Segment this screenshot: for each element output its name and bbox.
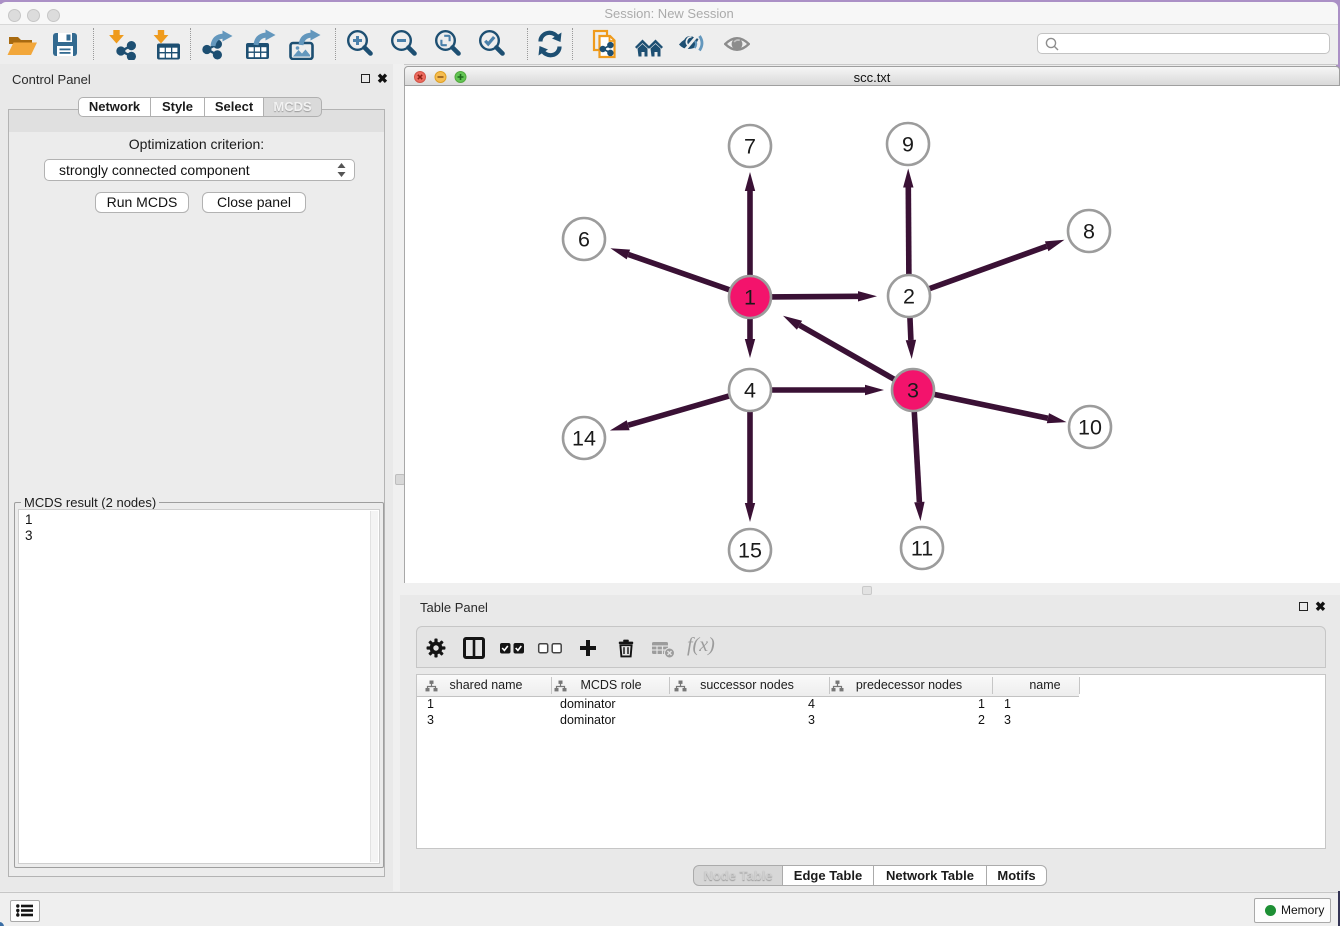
- svg-text:14: 14: [572, 427, 596, 451]
- svg-text:3: 3: [907, 379, 919, 403]
- svg-text:1: 1: [744, 286, 756, 310]
- svg-text:2: 2: [903, 285, 915, 309]
- svg-text:15: 15: [738, 539, 762, 563]
- svg-text:8: 8: [1083, 220, 1095, 244]
- svg-text:7: 7: [744, 135, 756, 159]
- svg-text:11: 11: [911, 537, 933, 561]
- svg-text:9: 9: [902, 133, 914, 157]
- svg-text:10: 10: [1078, 416, 1102, 440]
- svg-text:4: 4: [744, 379, 756, 403]
- svg-text:6: 6: [578, 228, 590, 252]
